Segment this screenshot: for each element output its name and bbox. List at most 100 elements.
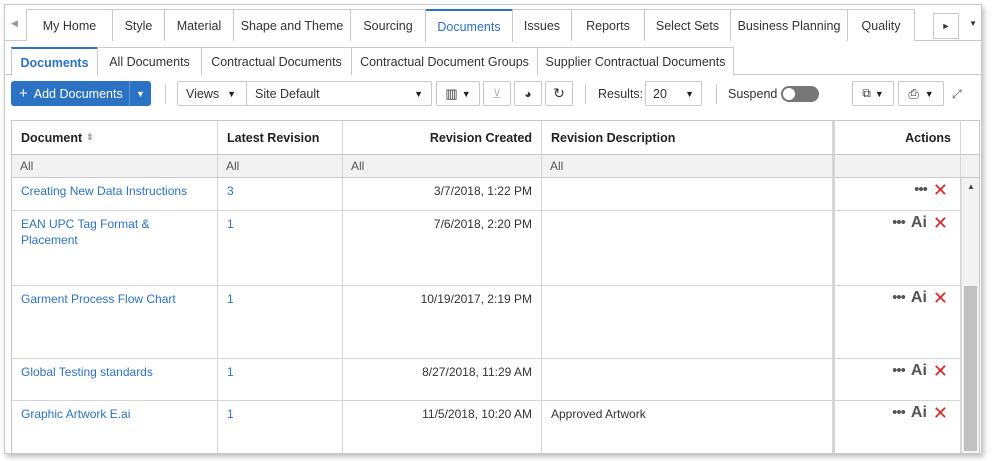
fullscreen-expand-icon[interactable]: ⤢ bbox=[952, 87, 962, 102]
subtab-contractual-documents[interactable]: Contractual Documents bbox=[201, 47, 352, 75]
delete-icon[interactable]: ✕ bbox=[933, 214, 948, 232]
cell-document[interactable]: Garment Process Flow Chart bbox=[12, 286, 218, 359]
view-select-value: Site Default bbox=[255, 86, 320, 101]
views-dropdown[interactable]: Views ▼ bbox=[177, 81, 247, 106]
cell-document[interactable]: Graphic Artwork E.ai bbox=[12, 401, 218, 453]
cell-revision[interactable]: 1 bbox=[218, 286, 343, 359]
cell-revision[interactable]: 3 bbox=[218, 178, 343, 211]
scroll-up-icon[interactable]: ▲ bbox=[967, 182, 975, 191]
cell-actions: ••• ✕ bbox=[835, 178, 961, 211]
more-actions-icon[interactable]: ••• bbox=[892, 404, 906, 422]
columns-button[interactable]: ▥ ▼ bbox=[436, 81, 480, 106]
cell-revision[interactable]: 1 bbox=[218, 211, 343, 286]
delete-icon[interactable]: ✕ bbox=[933, 362, 948, 380]
filter-latest-revision[interactable]: All bbox=[218, 155, 343, 178]
tab-my-home[interactable]: My Home bbox=[26, 9, 113, 41]
cell-description bbox=[542, 211, 835, 286]
toolbar-divider bbox=[585, 84, 586, 104]
subtab-documents[interactable]: Documents bbox=[11, 47, 98, 76]
refresh-icon: ↻ bbox=[553, 85, 565, 101]
results-select[interactable]: 20 ▼ bbox=[645, 81, 702, 106]
tab-reports[interactable]: Reports bbox=[571, 9, 645, 41]
column-header-document[interactable]: Document ⇕ bbox=[12, 121, 218, 155]
cell-actions: ••• Ai ✕ bbox=[835, 286, 961, 359]
toolbar: + Add Documents ▼ Views ▼ Site Default ▼… bbox=[5, 75, 981, 115]
filter-value: All bbox=[20, 159, 34, 173]
tab-style[interactable]: Style bbox=[112, 9, 165, 41]
chart-button[interactable]: ◕ bbox=[514, 81, 542, 106]
column-header-label: Actions bbox=[905, 130, 951, 145]
subtab-supplier-contractual-documents[interactable]: Supplier Contractual Documents bbox=[537, 47, 734, 75]
cell-created: 7/6/2018, 2:20 PM bbox=[343, 211, 542, 286]
adobe-illustrator-icon[interactable]: Ai bbox=[911, 214, 927, 232]
add-documents-button[interactable]: + Add Documents ▼ bbox=[11, 81, 151, 106]
cell-created: 10/19/2017, 2:19 PM bbox=[343, 286, 542, 359]
filter-revision-description[interactable]: All bbox=[542, 155, 835, 178]
more-actions-icon[interactable]: ••• bbox=[914, 181, 928, 199]
column-header-label: Document bbox=[21, 130, 83, 145]
delete-icon[interactable]: ✕ bbox=[933, 404, 948, 422]
tab-quality[interactable]: Quality bbox=[847, 9, 915, 41]
tabs-next-button[interactable]: ► bbox=[933, 13, 959, 39]
delete-icon[interactable]: ✕ bbox=[933, 181, 948, 199]
filter-document[interactable]: All bbox=[12, 155, 218, 178]
view-select[interactable]: Site Default ▼ bbox=[246, 81, 432, 106]
tabs-scroll-left-icon[interactable]: ◀ bbox=[11, 18, 18, 29]
column-header-label: Latest Revision bbox=[227, 130, 320, 145]
subtab-all-documents[interactable]: All Documents bbox=[97, 47, 202, 75]
chevron-down-icon: ▼ bbox=[414, 88, 423, 99]
cell-document[interactable]: Creating New Data Instructions bbox=[12, 178, 218, 211]
filter-value: All bbox=[351, 159, 365, 173]
adobe-illustrator-icon[interactable]: Ai bbox=[911, 289, 927, 307]
cell-revision[interactable]: 1 bbox=[218, 359, 343, 401]
tab-shape-and-theme[interactable]: Shape and Theme bbox=[233, 9, 351, 41]
print-button[interactable]: ⎙ ▼ bbox=[898, 81, 944, 106]
filter-actions bbox=[835, 155, 961, 178]
delete-icon[interactable]: ✕ bbox=[933, 289, 948, 307]
cell-document[interactable]: Global Testing standards bbox=[12, 359, 218, 401]
cell-created: 3/7/2018, 1:22 PM bbox=[343, 178, 542, 211]
more-actions-icon[interactable]: ••• bbox=[892, 289, 906, 307]
tabs-menu-chevron-down-icon[interactable]: ▼ bbox=[969, 19, 977, 28]
chevron-down-icon: ▼ bbox=[874, 88, 884, 99]
adobe-illustrator-icon[interactable]: Ai bbox=[911, 362, 927, 380]
cell-revision[interactable]: 1 bbox=[218, 401, 343, 453]
scrollbar-thumb[interactable] bbox=[964, 286, 977, 451]
clear-filter-button[interactable]: ⊻ bbox=[483, 81, 511, 106]
sort-icon[interactable]: ⇕ bbox=[86, 132, 94, 143]
tab-select-sets[interactable]: Select Sets bbox=[644, 9, 731, 41]
tab-issues[interactable]: Issues bbox=[512, 9, 572, 41]
more-actions-icon[interactable]: ••• bbox=[892, 214, 906, 232]
suspend-toggle[interactable] bbox=[781, 86, 819, 102]
cell-actions: ••• Ai ✕ bbox=[835, 211, 961, 286]
more-actions-icon[interactable]: ••• bbox=[892, 362, 906, 380]
external-link-icon: ⧉ bbox=[862, 86, 871, 100]
tab-documents[interactable]: Documents bbox=[425, 9, 513, 42]
tab-material[interactable]: Material bbox=[164, 9, 234, 41]
play-icon: ► bbox=[941, 21, 951, 31]
cell-document[interactable]: EAN UPC Tag Format & Placement bbox=[12, 211, 218, 286]
chevron-down-icon: ▼ bbox=[924, 88, 934, 99]
column-header-revision-created[interactable]: Revision Created bbox=[343, 121, 542, 155]
chevron-down-icon: ▼ bbox=[461, 88, 471, 99]
subtab-contractual-document-groups[interactable]: Contractual Document Groups bbox=[351, 47, 538, 75]
filter-clear-icon: ⊻ bbox=[492, 87, 502, 101]
column-header-actions: Actions bbox=[835, 121, 961, 155]
add-documents-label: Add Documents bbox=[33, 86, 123, 101]
cell-description bbox=[542, 178, 835, 211]
tab-sourcing[interactable]: Sourcing bbox=[350, 9, 426, 41]
tab-business-planning[interactable]: Business Planning bbox=[730, 9, 848, 41]
export-button[interactable]: ⧉ ▼ bbox=[852, 81, 894, 106]
grid-vertical-scrollbar[interactable]: ▲ bbox=[961, 178, 979, 453]
column-header-latest-revision[interactable]: Latest Revision bbox=[218, 121, 343, 155]
adobe-illustrator-icon[interactable]: Ai bbox=[911, 404, 927, 422]
app-window: ◀ My Home Style Material Shape and Theme… bbox=[4, 4, 982, 454]
add-documents-dropdown-chevron-down-icon[interactable]: ▼ bbox=[129, 81, 151, 106]
filter-value: All bbox=[226, 159, 240, 173]
results-value: 20 bbox=[653, 86, 667, 101]
refresh-button[interactable]: ↻ bbox=[545, 81, 573, 106]
views-label: Views bbox=[186, 86, 220, 101]
filter-revision-created[interactable]: All bbox=[343, 155, 542, 178]
column-header-revision-description[interactable]: Revision Description bbox=[542, 121, 835, 155]
sub-tab-bar: Documents All Documents Contractual Docu… bbox=[5, 41, 981, 76]
